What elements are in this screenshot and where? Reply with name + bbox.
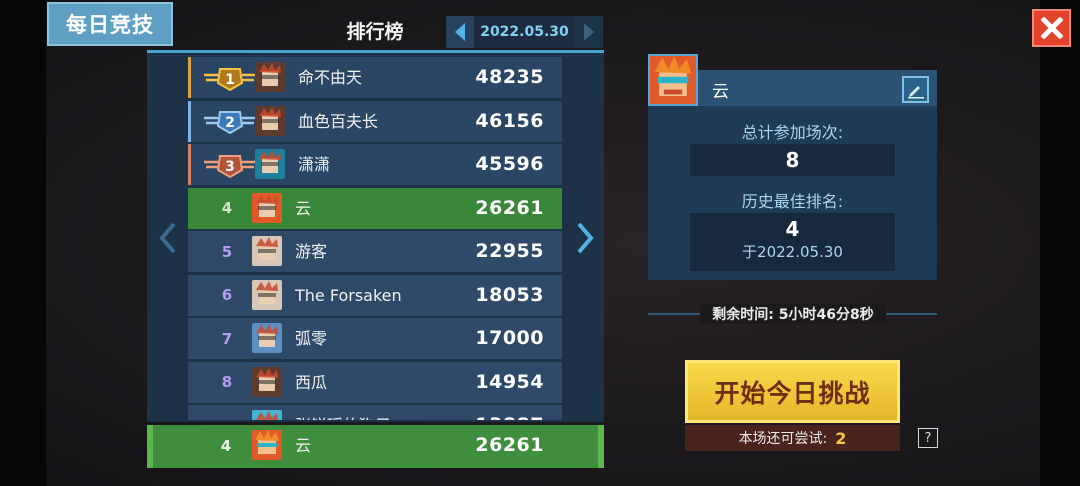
player-avatar	[252, 192, 282, 223]
best-rank-value: 4	[785, 217, 800, 241]
leaderboard-title: 排行榜	[346, 21, 404, 43]
page-title: 每日竞技	[47, 2, 173, 46]
player-avatar	[252, 236, 282, 266]
player-name: 游客	[295, 242, 328, 261]
player-avatar	[252, 323, 282, 353]
character-avatar-icon	[252, 410, 282, 420]
character-avatar-icon	[252, 366, 282, 397]
player-name: 张锐瑶的狗子	[295, 405, 391, 420]
player-score: 13887	[475, 405, 544, 420]
tries-remaining: 本场还可尝试: 2	[685, 425, 900, 451]
leaderboard-row[interactable]: 7 弧零 17000	[188, 318, 562, 359]
close-icon	[1040, 17, 1063, 39]
remaining-time: 剩余时间: 5小时46分8秒	[700, 304, 886, 324]
player-score: 14954	[475, 370, 544, 393]
player-name: 云	[295, 198, 312, 218]
profile-name: 云	[712, 82, 729, 102]
chevron-right-icon	[577, 222, 594, 254]
my-name: 云	[295, 436, 312, 455]
player-avatar	[252, 366, 282, 397]
player-avatar	[252, 279, 282, 310]
total-matches-value: 8	[785, 148, 800, 172]
player-name: 潇潇	[298, 155, 331, 174]
total-matches-label: 总计参加场次:	[741, 123, 844, 142]
best-rank-box: 4 于2022.05.30	[690, 213, 895, 271]
leaderboard-row[interactable]: 2 血色百夫长 46156	[188, 100, 562, 142]
leaderboard-row[interactable]: 1 命不由天 48235	[188, 57, 562, 98]
character-avatar-icon	[255, 105, 285, 136]
my-score: 26261	[475, 434, 544, 456]
player-name: 弧零	[295, 329, 328, 348]
page-prev-button[interactable]	[155, 218, 181, 258]
player-name: 西瓜	[295, 372, 328, 392]
triangle-right-icon	[584, 23, 594, 41]
svg-text:3: 3	[225, 159, 235, 175]
pencil-icon	[907, 85, 924, 98]
player-score: 17000	[475, 327, 544, 349]
leaderboard-list[interactable]: 1 命不由天 48235 2 血色百夫长 46156 3 潇潇 45596 4 云 26261 5 游客 2…	[188, 57, 562, 420]
character-avatar-icon	[252, 192, 282, 223]
close-button[interactable]	[1032, 9, 1071, 47]
character-avatar-icon	[255, 149, 285, 179]
chevron-left-icon	[159, 222, 176, 254]
character-avatar-icon	[252, 323, 282, 353]
player-score: 26261	[475, 196, 544, 219]
date-selector: 2022.05.30	[446, 16, 603, 48]
player-avatar	[252, 410, 282, 420]
player-name: 命不由天	[298, 68, 363, 87]
character-avatar-icon	[255, 62, 285, 92]
player-score: 22955	[475, 240, 544, 262]
player-score: 46156	[475, 109, 544, 132]
page-next-button[interactable]	[572, 218, 598, 258]
player-avatar	[255, 149, 285, 179]
leaderboard-row[interactable]: 3 潇潇 45596	[188, 144, 562, 185]
triangle-left-icon	[455, 23, 465, 41]
player-name: 血色百夫长	[298, 111, 379, 131]
edit-name-button[interactable]	[902, 76, 929, 103]
date-label: 2022.05.30	[480, 24, 569, 40]
player-avatar	[255, 62, 285, 92]
my-avatar	[252, 430, 282, 460]
help-button[interactable]: ?	[918, 428, 938, 448]
leaderboard-row[interactable]: 4 云 26261	[188, 187, 562, 229]
profile-avatar	[648, 54, 698, 106]
player-score: 18053	[475, 283, 544, 306]
svg-text:1: 1	[225, 72, 235, 88]
hero-avatar-icon	[252, 430, 282, 460]
leaderboard-row[interactable]: 5 游客 22955	[188, 231, 562, 272]
hero-avatar-icon	[650, 56, 696, 104]
my-rank-row: 4 云 26261	[147, 425, 604, 468]
total-matches-box: 8	[690, 144, 895, 176]
player-avatar	[255, 105, 285, 136]
game-screen: 每日竞技 排行榜 2022.05.30 1 命不由天 48235 2 血色百夫长 4615…	[0, 0, 1080, 486]
tries-label: 本场还可尝试:	[738, 431, 828, 447]
leaderboard-row[interactable]: 8 西瓜 14954	[188, 361, 562, 403]
player-score: 48235	[475, 66, 544, 88]
player-score: 45596	[475, 153, 544, 175]
right-edge	[1040, 0, 1080, 486]
character-avatar-icon	[252, 236, 282, 266]
leaderboard-row[interactable]: 9张锐瑶的狗子13887	[188, 405, 562, 420]
left-edge	[0, 0, 46, 486]
date-prev-button[interactable]	[446, 16, 474, 48]
leaderboard-row[interactable]: 6 The Forsaken 18053	[188, 274, 562, 316]
best-rank-label: 历史最佳排名:	[741, 192, 844, 211]
svg-text:2: 2	[225, 115, 235, 131]
date-next-button[interactable]	[575, 16, 603, 48]
tries-value: 2	[835, 428, 847, 448]
start-challenge-button[interactable]: 开始今日挑战	[685, 360, 900, 423]
player-name: The Forsaken	[295, 285, 402, 305]
character-avatar-icon	[252, 279, 282, 310]
best-rank-date: 于2022.05.30	[742, 243, 843, 261]
